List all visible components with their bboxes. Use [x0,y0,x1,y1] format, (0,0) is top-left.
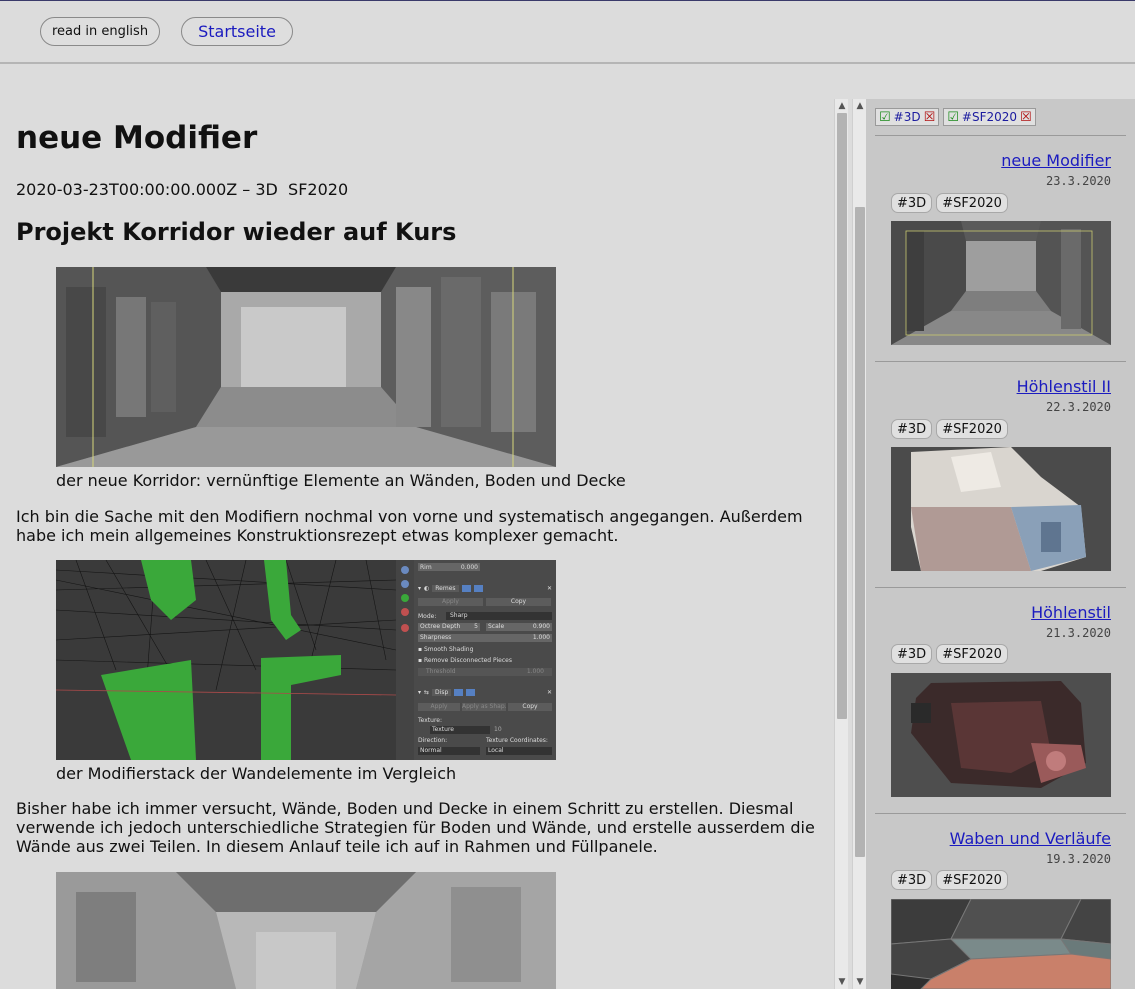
direction-value: Normal [418,747,480,755]
header: read in english Startseite [0,1,1135,63]
sharpness-label: Sharpness [420,634,452,641]
filter-tag-sf2020[interactable]: ☑ #SF2020 ☒ [943,108,1036,126]
tag-sf2020[interactable]: #SF2020 [936,419,1008,439]
post-tags: #3D #SF2020 [891,419,1008,439]
tag-3d[interactable]: #3D [891,644,933,664]
direction-label: Direction: [418,737,448,744]
post-thumbnail[interactable] [891,447,1111,571]
caption-corridor: der neue Korridor: vernünftige Elemente … [56,471,626,490]
checkbox-checked-icon[interactable]: ☑ [879,110,891,125]
apply-as-shape-button: Apply as Shap... [462,703,506,711]
modifier-stack-image: Rim 0.000 ▾ ◐ Remes ✕ Apply Copy Mode: S… [56,560,556,760]
corridor-closeup-image [56,872,556,989]
read-in-english-button[interactable]: read in english [40,17,160,46]
close-icon: ✕ [546,585,552,592]
sharpness-value: 1.000 [532,634,550,641]
mode-value: Sharp [446,612,552,620]
startseite-link[interactable]: Startseite [181,17,293,46]
remove-filter-icon[interactable]: ☒ [924,110,936,125]
texture-users: 10 [494,726,502,733]
article-subtitle: Projekt Korridor wieder auf Kurs [16,218,457,246]
threshold-value: 1.000 [526,668,544,675]
octree-label: Octree Depth [420,623,461,630]
chevron-down-icon: ▾ [418,689,422,696]
coords-value: Local [486,747,552,755]
paragraph-2: Bisher habe ich immer versucht, Wände, B… [16,799,815,856]
article-scrollbar[interactable]: ▲ ▼ [834,99,848,989]
post-date: 21.3.2020 [1045,626,1111,640]
post-thumbnail[interactable] [891,221,1111,345]
divider [875,813,1126,814]
displace-name: Disp [432,689,452,696]
checkbox-checked-icon[interactable]: ☑ [947,110,959,125]
post-tags: #3D #SF2020 [891,644,1008,664]
post-thumbnail[interactable] [891,673,1111,797]
modifier-icon: ◐ [424,585,430,592]
apply-button-2: Apply [418,703,460,711]
post-tags: #3D #SF2020 [891,193,1008,213]
corridor-image [56,267,556,467]
smooth-shading-checkbox: ▪ Smooth Shading [418,646,474,653]
apply-button: Apply [418,598,483,606]
display-icon [473,585,483,592]
post-tags: #3D #SF2020 [891,870,1008,890]
scale-label: Scale [488,623,505,630]
filter-bar: ☑ #3D ☒ ☑ #SF2020 ☒ [875,108,1036,126]
article: neue Modifier 2020-03-23T00:00:00.000Z –… [0,64,834,989]
post-title-link[interactable]: Waben und Verläufe [950,829,1111,848]
remove-disconnected-checkbox: ▪ Remove Disconnected Pieces [418,657,512,664]
copy-button: Copy [486,598,551,606]
divider [875,361,1126,362]
remesh-name: Remes [432,585,459,592]
tag-sf2020[interactable]: #SF2020 [936,193,1008,213]
post-title-link[interactable]: Höhlenstil [1031,603,1111,622]
texture-field: Texture [430,726,490,734]
mode-label: Mode: [418,613,437,620]
scroll-down-arrow-icon[interactable]: ▼ [853,975,867,989]
tag-3d[interactable]: #3D [891,193,933,213]
article-scrollbar-thumb[interactable] [837,113,847,719]
modifier-icon: ⇆ [424,689,430,696]
tag-3d[interactable]: #3D [891,870,933,890]
tag-sf2020[interactable]: #SF2020 [936,644,1008,664]
filter-label: #3D [893,110,921,124]
post-date: 19.3.2020 [1045,852,1111,866]
caption-modifier-stack: der Modifierstack der Wandelemente im Ve… [56,764,457,783]
camera-icon [454,689,464,696]
sidebar: ☑ #3D ☒ ☑ #SF2020 ☒ neue Modifier 23.3.2… [866,99,1135,989]
octree-value: 5 [474,623,478,630]
post-title-link[interactable]: Höhlenstil II [1017,377,1111,396]
close-icon: ✕ [546,689,552,696]
tag-3d[interactable]: #3D [891,419,933,439]
scroll-up-arrow-icon[interactable]: ▲ [835,99,849,113]
display-icon [466,689,476,696]
article-title: neue Modifier [16,120,258,156]
filter-tag-3d[interactable]: ☑ #3D ☒ [875,108,940,126]
tag-sf2020[interactable]: #SF2020 [936,870,1008,890]
filter-label: #SF2020 [961,110,1018,124]
divider [875,587,1126,588]
rim-label: Rim [420,563,432,571]
chevron-down-icon: ▾ [418,585,422,592]
post-date: 22.3.2020 [1045,400,1111,414]
post-thumbnail[interactable] [891,899,1111,989]
remove-filter-icon[interactable]: ☒ [1020,110,1032,125]
scroll-down-arrow-icon[interactable]: ▼ [835,975,849,989]
post-title-link[interactable]: neue Modifier [1001,151,1111,170]
threshold-label: Threshold [426,668,456,675]
scroll-up-arrow-icon[interactable]: ▲ [853,99,867,113]
copy-button-2: Copy [508,703,552,711]
rim-value: 0.000 [460,563,478,571]
article-meta: 2020-03-23T00:00:00.000Z – 3D SF2020 [16,180,349,199]
sidebar-scrollbar[interactable]: ▲ ▼ [852,99,866,989]
divider [875,135,1126,136]
post-date: 23.3.2020 [1045,174,1111,188]
scale-value: 0.900 [532,623,550,630]
texture-label: Texture: [418,717,442,724]
sidebar-scrollbar-thumb[interactable] [855,207,865,857]
camera-icon [461,585,471,592]
paragraph-1: Ich bin die Sache mit den Modifiern noch… [16,507,803,545]
coords-label: Texture Coordinates: [486,737,548,744]
